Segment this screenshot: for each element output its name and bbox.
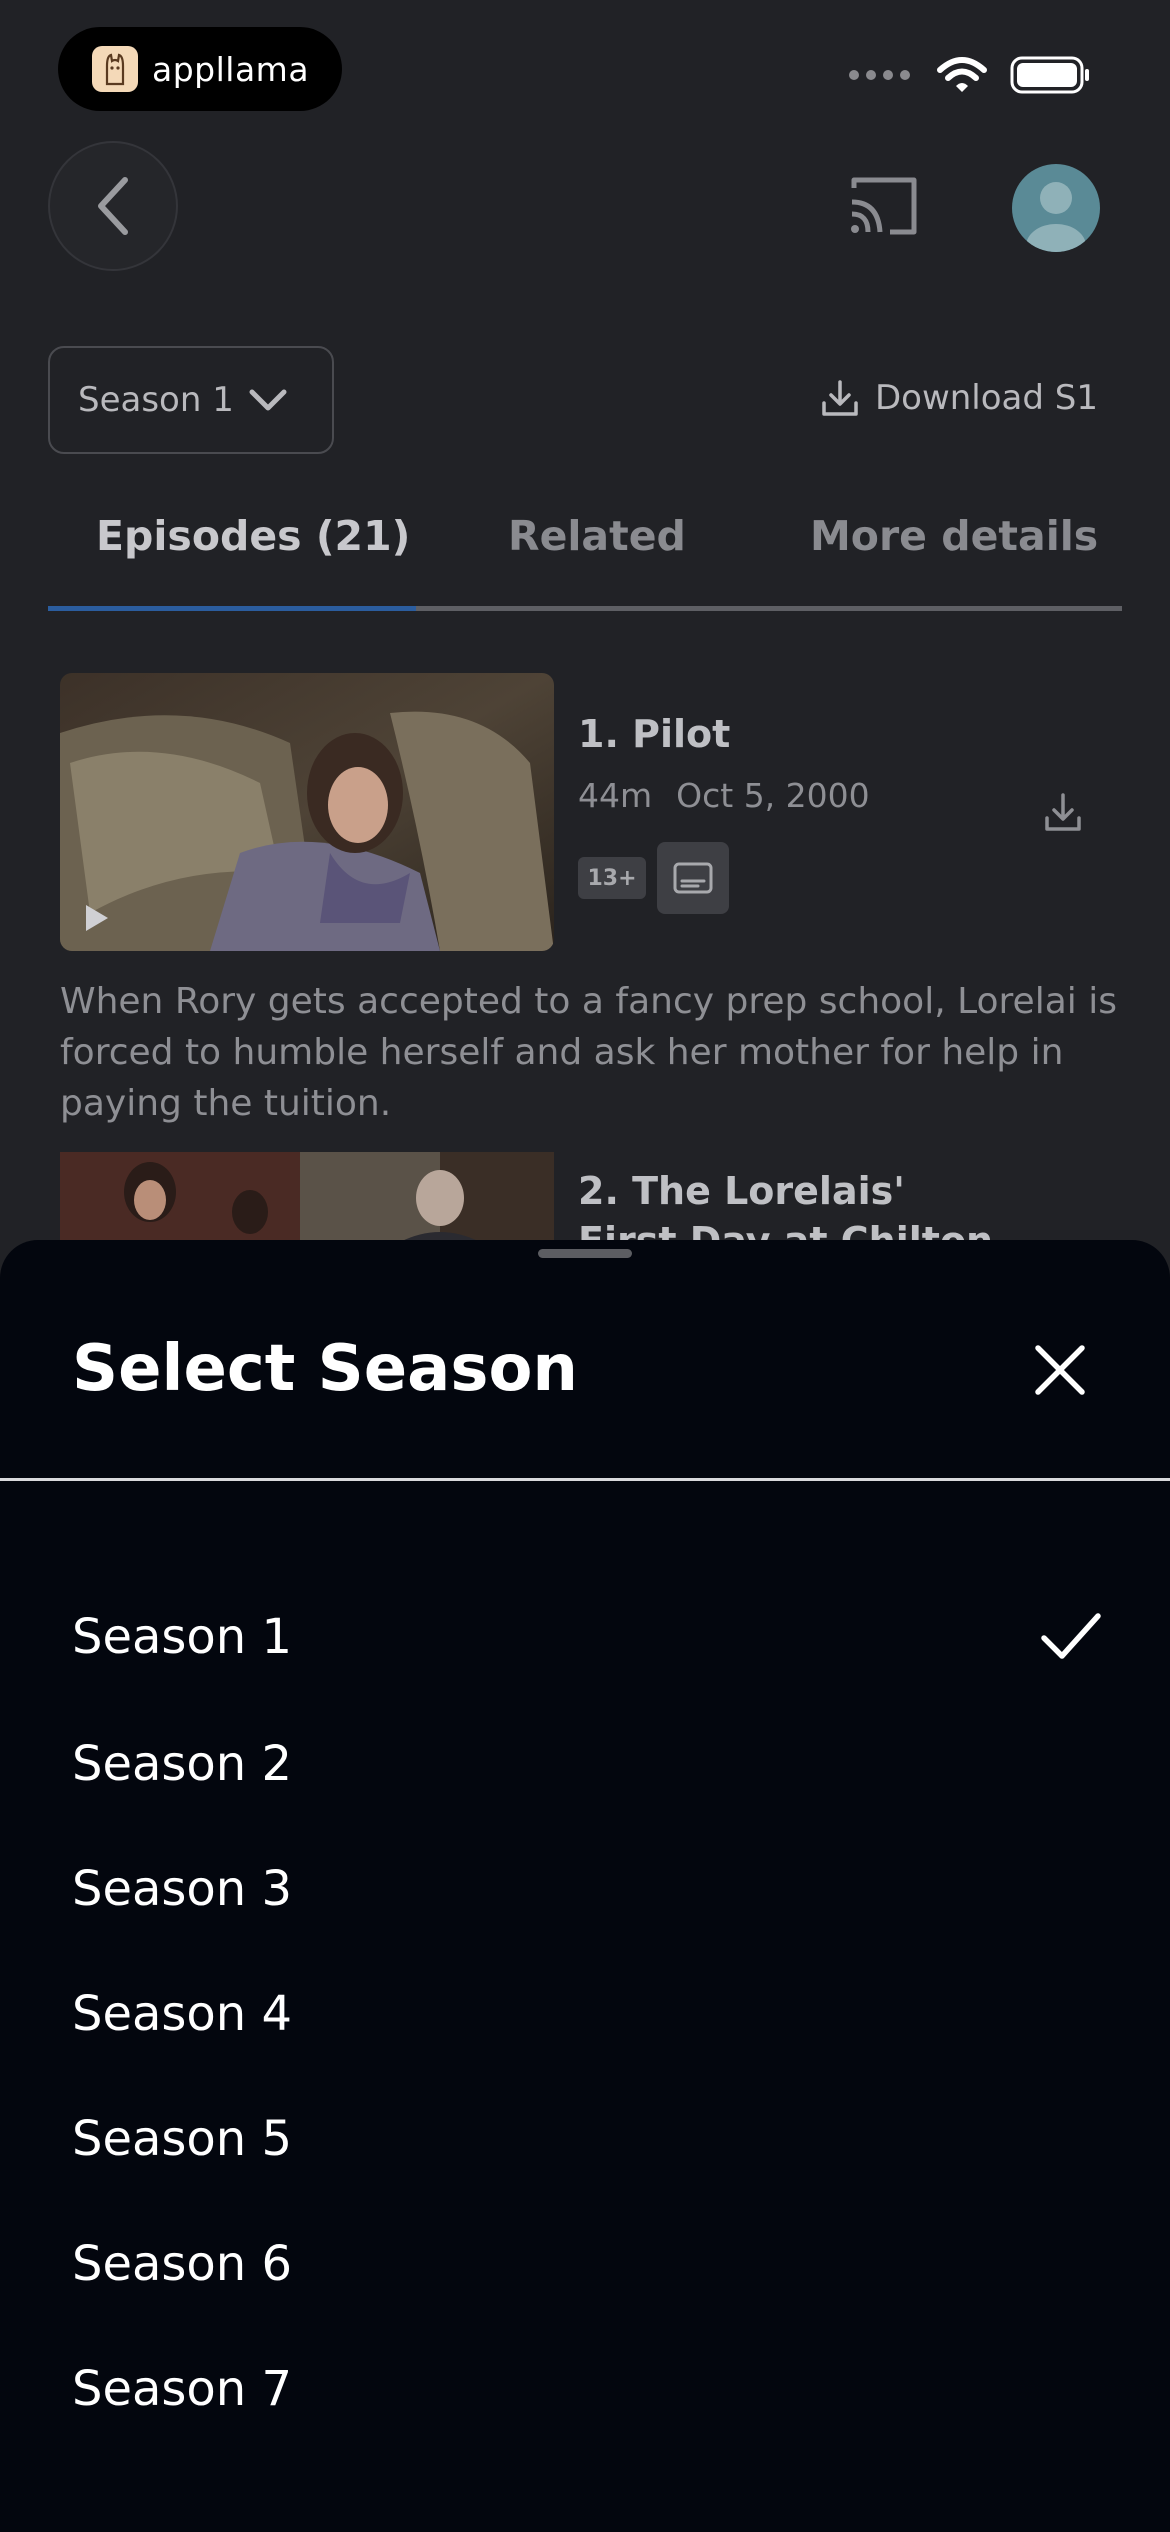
- season-option-label: Season 3: [72, 1861, 293, 1917]
- season-picker-sheet: Select Season Season 1 Season 2 Season 3…: [0, 1240, 1170, 2532]
- season-option-label: Season 5: [72, 2111, 293, 2167]
- season-option-7[interactable]: Season 7: [72, 2344, 1102, 2434]
- season-option-2[interactable]: Season 2: [72, 1719, 1102, 1809]
- season-option-6[interactable]: Season 6: [72, 2219, 1102, 2309]
- season-option-label: Season 1: [72, 1609, 293, 1665]
- season-option-4[interactable]: Season 4: [72, 1969, 1102, 2059]
- sheet-divider: [0, 1478, 1170, 1481]
- season-option-1[interactable]: Season 1: [72, 1592, 1102, 1682]
- sheet-title: Select Season: [72, 1332, 578, 1406]
- season-option-3[interactable]: Season 3: [72, 1844, 1102, 1934]
- season-option-label: Season 6: [72, 2236, 293, 2292]
- checkmark-icon: [1041, 1613, 1101, 1659]
- season-option-label: Season 2: [72, 1736, 293, 1792]
- season-option-label: Season 4: [72, 1986, 293, 2042]
- season-option-label: Season 7: [72, 2361, 293, 2417]
- season-option-5[interactable]: Season 5: [72, 2094, 1102, 2184]
- sheet-grabber[interactable]: [538, 1249, 632, 1258]
- close-icon[interactable]: [1030, 1340, 1090, 1400]
